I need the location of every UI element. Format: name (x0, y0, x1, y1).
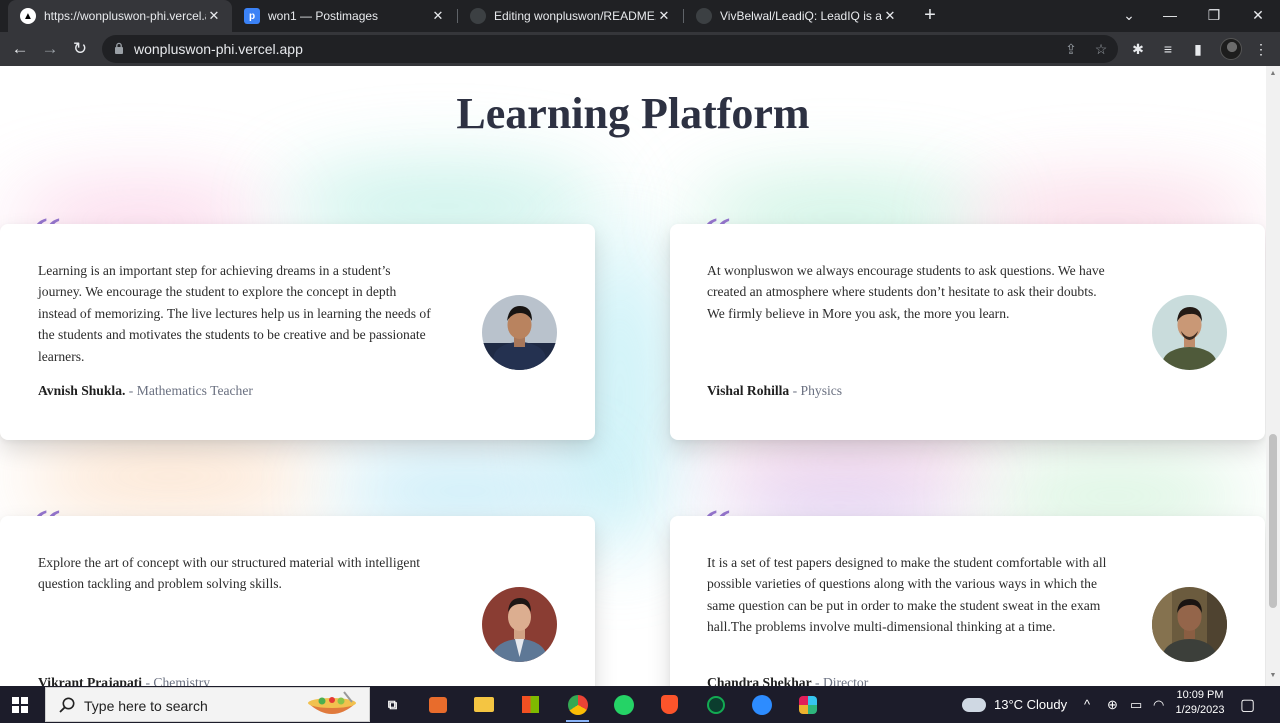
close-window-button[interactable]: ✕ (1236, 0, 1280, 32)
side-panel-icon[interactable]: ▮ (1189, 40, 1207, 58)
avatar-photo (1152, 295, 1227, 370)
lock-icon[interactable] (114, 42, 124, 55)
meet-now-icon[interactable]: ⊕ (1107, 686, 1118, 723)
vercel-icon: ▲ (20, 8, 36, 24)
browser-tab-github-readme[interactable]: Editing wonpluswon/README.md ✕ (458, 0, 682, 32)
avatar (482, 295, 557, 370)
profile-avatar[interactable] (1220, 38, 1242, 60)
slack-icon[interactable] (792, 689, 823, 720)
tab-search-icon[interactable]: ⌄ (1107, 0, 1151, 32)
close-tab-icon[interactable]: ✕ (656, 8, 672, 24)
tab-title: Editing wonpluswon/README.md (494, 9, 656, 23)
close-tab-icon[interactable]: ✕ (882, 8, 898, 24)
media-control-icon[interactable]: ≡ (1159, 40, 1177, 58)
brave-icon[interactable] (654, 689, 685, 720)
avatar (482, 587, 557, 662)
author-name: Avnish Shukla. (38, 383, 126, 398)
minimize-button[interactable]: — (1148, 0, 1192, 32)
windows-start-icon[interactable] (12, 697, 28, 713)
media-player-icon[interactable] (422, 689, 453, 720)
author-name: Vikrant Prajapati (38, 675, 143, 686)
avatar (1152, 295, 1227, 370)
wifi-icon[interactable]: ◠ (1153, 686, 1164, 723)
avatar (1152, 587, 1227, 662)
scroll-down-arrow-icon[interactable]: ▼ (1269, 672, 1277, 679)
page-scrollbar[interactable]: ▲ ▼ (1266, 66, 1280, 686)
browser-tab-strip: ▲ https://wonpluswon-phi.vercel.ap ✕ p w… (0, 0, 1280, 32)
show-hidden-icons-chevron-icon[interactable]: ^ (1084, 686, 1090, 723)
clock-time: 10:09 PM (1176, 689, 1224, 701)
scrollbar-thumb[interactable] (1269, 434, 1277, 608)
search-icon (59, 697, 75, 713)
new-tab-button[interactable]: + (918, 4, 942, 28)
address-bar[interactable]: wonpluswon-phi.vercel.app ⇪ ☆ (102, 35, 1118, 63)
clock-date: 1/29/2023 (1175, 704, 1225, 716)
notifications-icon[interactable]: ▢ (1240, 686, 1255, 723)
mongodb-compass-icon[interactable] (700, 689, 731, 720)
testimonial-text: Learning is an important step for achiev… (38, 263, 431, 364)
author-name: Vishal Rohilla (707, 383, 790, 398)
restore-button[interactable]: ❐ (1192, 0, 1236, 32)
extensions-puzzle-icon[interactable]: ✱ (1129, 40, 1147, 58)
testimonial-author: Avnish Shukla. - Mathematics Teacher (38, 383, 253, 399)
back-button[interactable]: ← (8, 37, 32, 61)
close-tab-icon[interactable]: ✕ (430, 8, 446, 24)
testimonial-text: Explore the art of concept with our stru… (38, 555, 421, 592)
github-icon (470, 8, 486, 24)
web-page: Learning Platform “ Learning is an impor… (0, 66, 1266, 686)
menu-kebab-icon[interactable]: ⋮ (1252, 40, 1270, 58)
url-text: wonpluswon-phi.vercel.app (134, 41, 303, 57)
testimonial-text: At wonpluswon we always encourage studen… (707, 263, 1105, 321)
github-icon (696, 8, 712, 24)
testimonial-card: It is a set of test papers designed to m… (670, 516, 1265, 686)
cloud-icon (962, 697, 986, 712)
testimonial-text: It is a set of test papers designed to m… (707, 555, 1107, 635)
testimonial-card: At wonpluswon we always encourage studen… (670, 224, 1265, 440)
weather-text: 13°C Cloudy (994, 697, 1068, 712)
author-role: - Mathematics Teacher (125, 383, 253, 398)
author-role: - Chemistry (142, 675, 211, 686)
whatsapp-icon[interactable] (608, 689, 639, 720)
avatar-photo (482, 295, 557, 370)
browser-toolbar: ← → ↻ wonpluswon-phi.vercel.app ⇪ ☆ ✱ ≡ … (0, 32, 1280, 66)
testimonial-author: Vikrant Prajapati - Chemistry (38, 675, 210, 686)
testimonial-author: Vishal Rohilla - Physics (707, 383, 842, 399)
tab-title: https://wonpluswon-phi.vercel.ap (44, 9, 206, 23)
taskbar-search-box[interactable]: Type here to search (45, 687, 370, 722)
author-name: Chandra Shekhar (707, 675, 812, 686)
author-role: - Physics (789, 383, 843, 398)
search-placeholder: Type here to search (84, 698, 208, 714)
forward-button[interactable]: → (38, 37, 62, 61)
windows-taskbar: Type here to search ⧉ 13°C Cloudy ^ ⊕ ▭ … (0, 686, 1280, 723)
avatar-photo (1152, 587, 1227, 662)
microsoft-store-icon[interactable] (515, 689, 546, 720)
share-icon[interactable]: ⇪ (1062, 40, 1080, 58)
file-explorer-icon[interactable] (468, 689, 499, 720)
close-tab-icon[interactable]: ✕ (206, 8, 222, 24)
browser-tab-github-leadiq[interactable]: VivBelwal/LeadiQ: LeadIQ is a pla ✕ (684, 0, 908, 32)
testimonial-card: Explore the art of concept with our stru… (0, 516, 595, 686)
task-view-icon[interactable]: ⧉ (377, 689, 408, 720)
zoom-icon[interactable] (746, 689, 777, 720)
background-glow (20, 441, 320, 511)
scroll-up-arrow-icon[interactable]: ▲ (1269, 70, 1277, 77)
tab-title: VivBelwal/LeadiQ: LeadIQ is a pla (720, 9, 882, 23)
bookmark-star-icon[interactable]: ☆ (1092, 40, 1110, 58)
battery-icon[interactable]: ▭ (1130, 686, 1142, 723)
chrome-icon[interactable] (562, 689, 593, 722)
page-title: Learning Platform (456, 89, 810, 138)
postimages-icon: p (244, 8, 260, 24)
browser-tab-wonpluswon[interactable]: ▲ https://wonpluswon-phi.vercel.ap ✕ (8, 0, 232, 32)
search-highlight-food-icon (308, 691, 356, 714)
tab-title: won1 — Postimages (268, 9, 379, 23)
testimonial-author: Chandra Shekhar - Director (707, 675, 868, 686)
taskbar-clock[interactable]: 10:09 PM 1/29/2023 (1167, 688, 1233, 718)
author-role: - Director (811, 675, 869, 686)
weather-widget[interactable]: 13°C Cloudy (962, 686, 1067, 723)
reload-button[interactable]: ↻ (68, 37, 92, 61)
testimonial-card: Learning is an important step for achiev… (0, 224, 595, 440)
avatar-photo (482, 587, 557, 662)
browser-tab-postimages[interactable]: p won1 — Postimages ✕ (232, 0, 456, 32)
